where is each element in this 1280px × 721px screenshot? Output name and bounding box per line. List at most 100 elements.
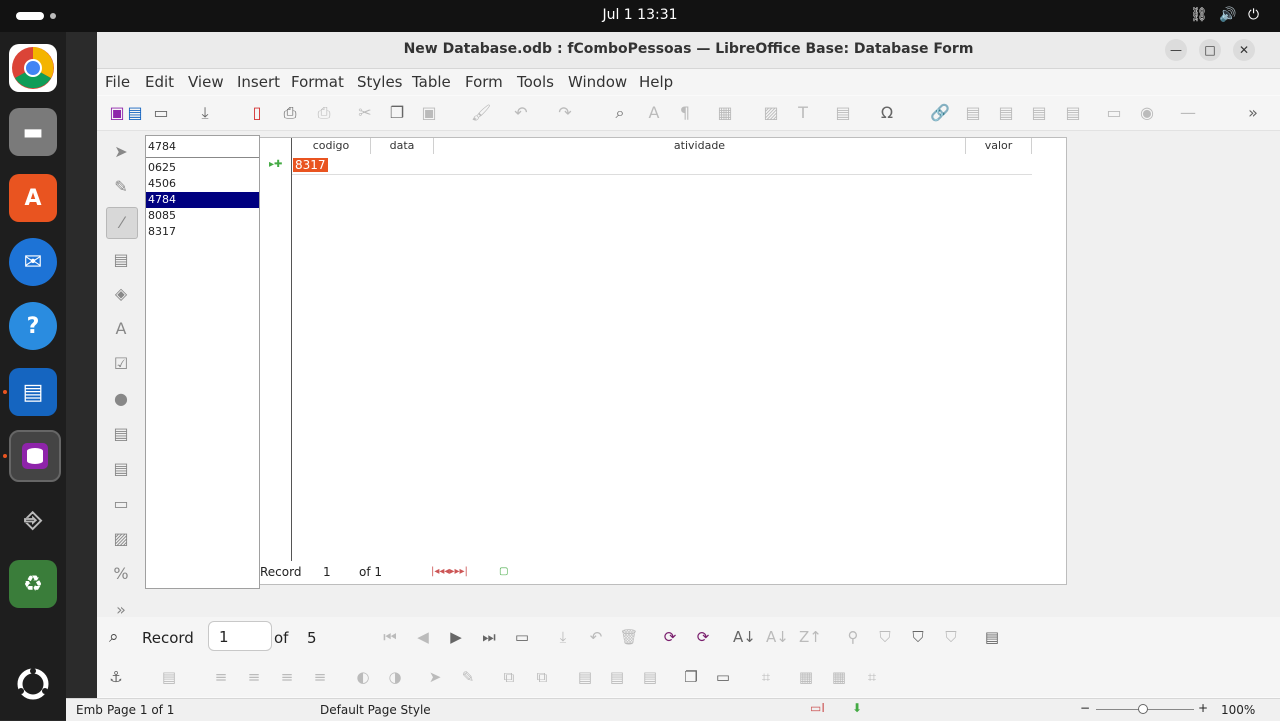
cross-reference-icon[interactable]: ▤ — [1063, 103, 1083, 123]
line-icon[interactable]: — — [1178, 103, 1198, 123]
base-icon[interactable] — [9, 430, 61, 482]
autofilter-icon[interactable]: ⚲ — [843, 627, 863, 647]
menu-window[interactable]: Window — [568, 73, 627, 91]
combo-option[interactable]: 8085 — [146, 208, 259, 224]
sort-ascending-icon[interactable]: A↓ — [733, 627, 756, 647]
trash-icon[interactable]: ♻ — [9, 560, 57, 608]
align-icon[interactable]: ▤ — [159, 667, 179, 687]
table-record-current[interactable]: 1 — [323, 561, 331, 583]
zoom-level[interactable]: 100% — [1221, 703, 1255, 717]
push-button-icon[interactable]: ▭ — [106, 489, 136, 519]
column-header-valor[interactable]: valor — [966, 138, 1032, 154]
help-icon[interactable]: ? — [9, 302, 57, 350]
menu-format[interactable]: Format — [291, 73, 344, 91]
new-icon[interactable]: ▤ — [125, 103, 145, 123]
control-focus-icon[interactable]: ▭ — [713, 667, 733, 687]
comment-icon[interactable]: ▭ — [1104, 103, 1124, 123]
column-header-atividade[interactable]: atividade — [434, 138, 966, 154]
data-source-icon[interactable]: ▤ — [982, 627, 1002, 647]
tab-order-icon[interactable]: ▤ — [607, 667, 627, 687]
insert-textbox-icon[interactable]: T — [793, 103, 813, 123]
writer-icon[interactable]: ▤ — [9, 368, 57, 416]
cell-codigo[interactable]: 8317 — [293, 158, 328, 172]
combo-option[interactable]: 0625 — [146, 160, 259, 176]
insert-table-icon[interactable]: ▦ — [715, 103, 735, 123]
show-apps-icon[interactable] — [9, 660, 57, 708]
design-tool-icon[interactable]: ✎ — [458, 667, 478, 687]
usb-icon[interactable]: ⎆ — [9, 496, 57, 544]
helplines-icon[interactable]: ⌗ — [862, 667, 882, 687]
combo-box-icon[interactable]: ▤ — [106, 454, 136, 484]
menu-edit[interactable]: Edit — [145, 73, 174, 91]
next-record-icon[interactable]: ▶ — [446, 627, 466, 647]
combo-option-selected[interactable]: 4784 — [146, 192, 259, 208]
combo-box-input[interactable]: 4784 — [146, 136, 259, 158]
checkbox-icon[interactable]: ☑ — [106, 349, 136, 379]
delete-record-icon[interactable]: 🗑 — [619, 627, 639, 647]
align-center-icon[interactable]: ≡ — [244, 667, 264, 687]
print-preview-icon[interactable]: ⎙ — [314, 103, 334, 123]
menu-form[interactable]: Form — [465, 73, 503, 91]
table-nav-buttons[interactable]: |◂◂◂▸▸▸| — [431, 561, 468, 583]
select-icon[interactable]: ➤ — [106, 137, 136, 167]
first-record-icon[interactable]: ⏮ — [380, 627, 400, 647]
network-icon[interactable]: ⛓ — [1190, 7, 1208, 23]
minimize-button[interactable]: — — [1165, 39, 1187, 61]
record-number-input[interactable]: 1 — [208, 621, 272, 651]
add-field-icon[interactable]: ▤ — [640, 667, 660, 687]
bookmark-icon[interactable]: ▤ — [1029, 103, 1049, 123]
print-icon[interactable]: ⎙ — [280, 103, 300, 123]
spelling-icon[interactable]: A — [644, 103, 664, 123]
volume-icon[interactable]: 🔊 — [1219, 7, 1236, 23]
cut-icon[interactable]: ✂ — [355, 103, 375, 123]
export-pdf-icon[interactable]: ▯ — [247, 103, 267, 123]
select-tool-icon[interactable]: ➤ — [425, 667, 445, 687]
save-icon[interactable]: ⤓ — [195, 103, 215, 123]
image-button-icon[interactable]: ▨ — [106, 524, 136, 554]
clock[interactable]: Jul 1 13:31 — [0, 7, 1280, 23]
column-header-data[interactable]: data — [371, 138, 434, 154]
grid-icon[interactable]: ▦ — [796, 667, 816, 687]
snap-to-grid-icon[interactable]: ▦ — [829, 667, 849, 687]
zoom-out-icon[interactable]: − — [1080, 701, 1090, 715]
control-wizards-icon[interactable]: ⁄ — [106, 207, 138, 239]
sort-descending-icon[interactable]: A↓ — [766, 627, 789, 647]
zoom-slider-thumb[interactable] — [1138, 704, 1148, 714]
clone-formatting-icon[interactable]: 🖌 — [471, 103, 491, 123]
title-bar[interactable]: New Database.odb : fComboPessoas — Libre… — [97, 32, 1280, 69]
label-icon[interactable]: ◈ — [106, 279, 136, 309]
align-down-icon[interactable]: ≡ — [310, 667, 330, 687]
insert-image-icon[interactable]: ▨ — [761, 103, 781, 123]
menu-table[interactable]: Table — [412, 73, 451, 91]
send-backward-icon[interactable]: ⧉ — [532, 667, 552, 687]
menu-insert[interactable]: Insert — [237, 73, 280, 91]
formatting-marks-icon[interactable]: ¶ — [675, 103, 695, 123]
new-record-icon[interactable]: ▭ — [512, 627, 532, 647]
open-in-design-icon[interactable]: ❐ — [681, 667, 701, 687]
formatted-field-icon[interactable]: % — [106, 559, 136, 589]
endnote-icon[interactable]: ▤ — [996, 103, 1016, 123]
status-page-style[interactable]: Default Page Style — [320, 703, 431, 717]
hyperlink-icon[interactable]: 🔗 — [930, 103, 950, 123]
thunderbird-icon[interactable]: ✉ — [9, 238, 57, 286]
copy-icon[interactable]: ❐ — [387, 103, 407, 123]
option-button-icon[interactable]: ● — [106, 384, 136, 414]
table-control[interactable]: ▸✚ codigo data atividade valor 8317 Reco… — [258, 137, 1067, 585]
combo-box-dropdown[interactable]: 4784 0625 4506 4784 8085 8317 — [145, 135, 260, 589]
bring-forward-icon[interactable]: ⧉ — [499, 667, 519, 687]
menu-view[interactable]: View — [188, 73, 224, 91]
previous-record-icon[interactable]: ◀ — [413, 627, 433, 647]
undo-icon[interactable]: ↶ — [511, 103, 531, 123]
selection-mode-icon[interactable]: ▭I — [810, 701, 825, 715]
special-character-icon[interactable]: Ω — [877, 103, 897, 123]
zoom-in-icon[interactable]: + — [1198, 701, 1208, 715]
maximize-button[interactable]: □ — [1199, 39, 1221, 61]
open-icon[interactable]: ▭ — [151, 103, 171, 123]
table-new-record-icon[interactable]: ▢ — [499, 561, 508, 583]
form-design-icon[interactable]: ▤ — [106, 245, 136, 275]
last-record-icon[interactable]: ⏭ — [479, 627, 499, 647]
combo-option[interactable]: 8317 — [146, 224, 259, 240]
anchor-icon[interactable]: ⚓ — [106, 667, 126, 687]
wrap-through-icon[interactable]: ◑ — [385, 667, 405, 687]
base-doc-icon[interactable]: ▣ — [107, 103, 127, 123]
